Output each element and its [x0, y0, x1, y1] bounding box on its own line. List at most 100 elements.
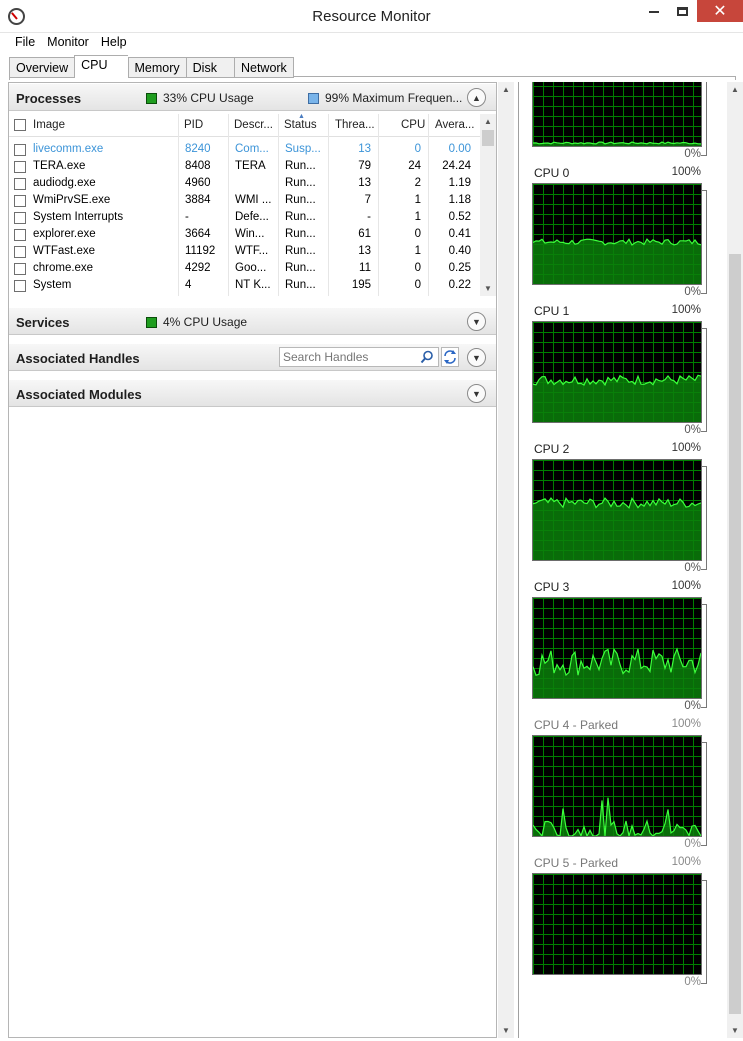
graphs-scrollbar[interactable]: ▲ ▼ [727, 82, 743, 1038]
table-row[interactable]: WTFast.exe 11192 WTF... Run... 13 1 0.40 [9, 244, 481, 261]
table-row[interactable]: audiodg.exe 4960 Run... 13 2 1.19 [9, 176, 481, 193]
cpu-usage-area [533, 498, 701, 560]
scroll-down-icon[interactable]: ▼ [498, 1023, 514, 1038]
process-image: WmiPrvSE.exe [33, 194, 111, 206]
cpu-graph-plot [532, 735, 702, 837]
table-row[interactable]: System Interrupts - Defe... Run... - 1 0.52 [9, 210, 481, 227]
refresh-button[interactable] [441, 347, 459, 367]
processes-max-frequency: 99% Maximum Frequen... [325, 91, 463, 105]
row-checkbox[interactable] [14, 263, 26, 275]
row-checkbox[interactable] [14, 212, 26, 224]
tab-cpu[interactable]: CPU [74, 55, 128, 78]
process-threads: 79 [358, 160, 371, 172]
process-cpu: 1 [414, 245, 421, 257]
scroll-down-icon[interactable]: ▼ [480, 281, 496, 296]
window-title: Resource Monitor [312, 8, 431, 25]
scroll-up-icon[interactable]: ▲ [480, 114, 496, 129]
process-average-cpu: 24.24 [442, 160, 471, 172]
cpu-graph-title: CPU 1 [534, 304, 570, 318]
services-header[interactable]: Services 4% CPU Usage ▼ [9, 307, 496, 335]
tab-network[interactable]: Network [233, 57, 294, 78]
row-checkbox[interactable] [14, 161, 26, 173]
process-average-cpu: 1.18 [448, 194, 471, 206]
details-scrollbar[interactable]: ▲ ▼ [498, 82, 514, 1038]
search-handles-input[interactable] [280, 348, 415, 366]
table-row[interactable]: System 4 NT K... Run... 195 0 0.22 [9, 278, 481, 295]
cpu-usage-area [533, 239, 701, 284]
tab-overview[interactable]: Overview [9, 57, 75, 78]
table-row[interactable]: dwm.exe9644Desk...Run...710.22 [9, 295, 481, 296]
close-button[interactable]: ✕ [697, 0, 743, 22]
handles-header[interactable]: Associated Handles ▼ [9, 343, 496, 371]
cpu-graph-svg [533, 322, 701, 422]
process-status: Susp... [285, 143, 321, 155]
table-row[interactable]: explorer.exe 3664 Win... Run... 61 0 0.41 [9, 227, 481, 244]
process-average-cpu: 0.40 [448, 245, 471, 257]
process-threads: 13 [358, 143, 371, 155]
table-row[interactable]: chrome.exe 4292 Goo... Run... 11 0 0.25 [9, 261, 481, 278]
table-row[interactable]: livecomm.exe 8240 Com... Susp... 13 0 0.00 [9, 142, 481, 159]
column-description[interactable]: Descr... [234, 119, 273, 131]
process-pid: 8240 [185, 143, 211, 155]
scroll-up-icon[interactable]: ▲ [498, 82, 514, 97]
processes-collapse-button[interactable]: ▲ [467, 88, 486, 107]
select-all-checkbox[interactable] [14, 119, 26, 131]
refresh-icon [444, 350, 456, 364]
cpu-graph-min-label: 0% [684, 286, 701, 298]
tab-disk[interactable]: Disk [185, 57, 234, 78]
row-checkbox[interactable] [14, 195, 26, 207]
cpu-graph: CPU 1 100% 0% [519, 304, 716, 442]
search-icon[interactable] [420, 350, 434, 364]
tab-memory[interactable]: Memory [127, 57, 186, 78]
graph-scale-bracket [701, 82, 707, 156]
process-threads: 195 [351, 279, 371, 291]
row-checkbox[interactable] [14, 246, 26, 258]
column-cpu[interactable]: CPU [401, 119, 425, 131]
cpu-graph-plot [532, 183, 702, 285]
cpu-graph-max-label: 100% [671, 442, 701, 454]
process-cpu: 0 [414, 143, 421, 155]
process-threads: 7 [364, 194, 371, 206]
graph-scale-bracket [701, 190, 707, 294]
column-status[interactable]: Status [284, 119, 317, 131]
scroll-up-icon[interactable]: ▲ [727, 82, 743, 97]
modules-expand-button[interactable]: ▼ [467, 384, 486, 403]
cpu-graph: CPU 5 - Parked 100% 0% [519, 856, 716, 994]
graph-scale-bracket [701, 466, 707, 570]
menu-file[interactable]: File [9, 33, 41, 53]
services-title: Services [16, 315, 70, 330]
process-description: NT K... [235, 279, 271, 291]
column-threads[interactable]: Threa... [335, 119, 375, 131]
menu-monitor[interactable]: Monitor [41, 33, 95, 53]
row-checkbox[interactable] [14, 229, 26, 241]
services-expand-button[interactable]: ▼ [467, 312, 486, 331]
processes-header[interactable]: Processes 33% CPU Usage 99% Maximum Freq… [9, 83, 496, 111]
column-pid[interactable]: PID [184, 119, 203, 131]
minimize-button[interactable] [638, 0, 670, 22]
scroll-thumb[interactable] [729, 254, 741, 1014]
table-row[interactable]: TERA.exe 8408 TERA Run... 79 24 24.24 [9, 159, 481, 176]
process-pid: 3664 [185, 228, 211, 240]
column-average-cpu[interactable]: Avera... [435, 119, 474, 131]
scroll-down-icon[interactable]: ▼ [727, 1023, 743, 1038]
cpu-graph-max-label: 100% [671, 856, 701, 868]
process-threads: 13 [358, 245, 371, 257]
row-checkbox[interactable] [14, 178, 26, 190]
process-threads: 61 [358, 228, 371, 240]
menu-help[interactable]: Help [95, 33, 133, 53]
column-image[interactable]: Image [33, 119, 65, 131]
maximize-button[interactable] [667, 0, 697, 22]
process-description: Goo... [235, 262, 267, 274]
scroll-thumb[interactable] [482, 130, 494, 146]
handles-expand-button[interactable]: ▼ [467, 348, 486, 367]
process-average-cpu: 0.00 [448, 143, 471, 155]
cpu-graph-max-label: 100% [671, 166, 701, 178]
row-checkbox[interactable] [14, 144, 26, 156]
process-threads: - [367, 211, 371, 223]
modules-header[interactable]: Associated Modules ▼ [9, 379, 496, 407]
processes-scrollbar[interactable]: ▲ ▼ [480, 114, 496, 296]
cpu-graph-title: CPU 3 [534, 580, 570, 594]
row-checkbox[interactable] [14, 280, 26, 292]
table-row[interactable]: WmiPrvSE.exe 3884 WMI ... Run... 7 1 1.18 [9, 193, 481, 210]
frequency-legend-icon [308, 93, 319, 104]
